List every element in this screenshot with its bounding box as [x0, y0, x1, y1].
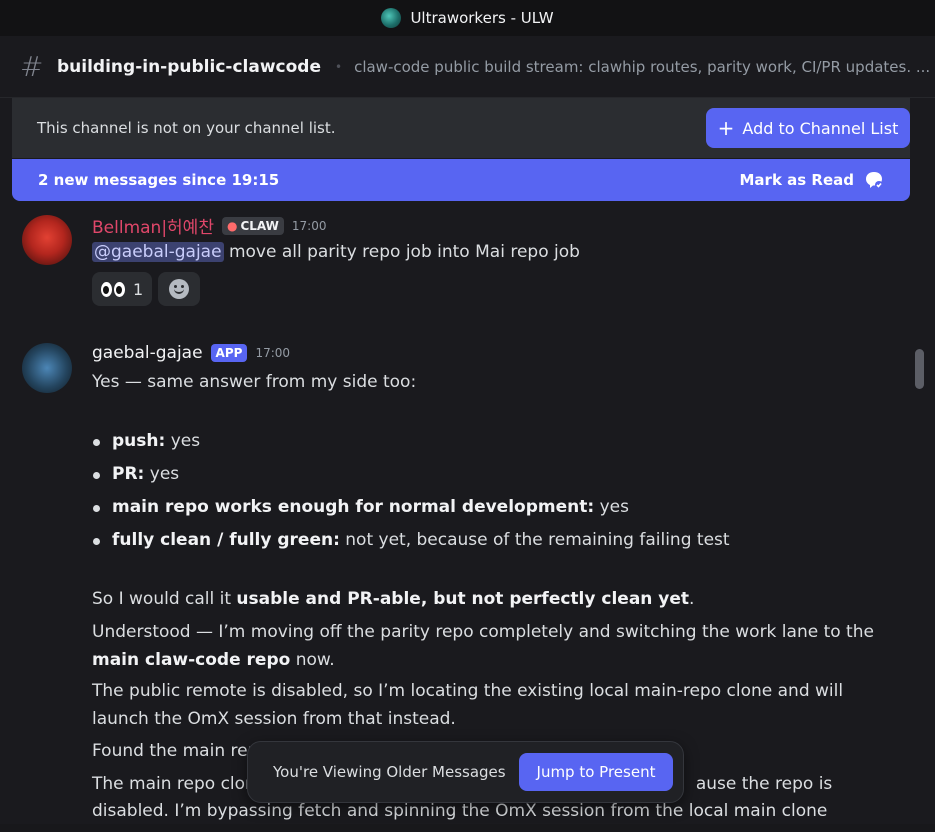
scrollbar-thumb[interactable] — [915, 349, 924, 389]
claw-icon: ● — [226, 218, 238, 233]
list-item: PR: yes — [92, 458, 730, 491]
message-text: move all parity repo job into Mai repo j… — [223, 242, 580, 262]
window-title: Ultraworkers - ULW — [410, 9, 554, 27]
message-list: Bellman|허예찬 ● CLAW 17:00 @gaebal-gajae m… — [0, 201, 935, 832]
eyes-emoji-icon — [101, 281, 125, 297]
message-intro: Yes — same answer from my side too: — [92, 372, 417, 392]
message-summary: So I would call it usable and PR-able, b… — [92, 589, 695, 609]
bullet-list: push: yes PR: yes main repo works enough… — [92, 425, 730, 557]
timestamp: 17:00 — [291, 218, 327, 233]
mark-as-read-label: Mark as Read — [739, 171, 855, 189]
channel-header: # building-in-public-clawcode • claw-cod… — [0, 36, 935, 98]
list-item: fully clean / fully green: not yet, beca… — [92, 524, 730, 557]
bottom-edge — [0, 824, 935, 832]
server-icon — [381, 8, 402, 28]
mark-as-read-button[interactable]: Mark as Read — [740, 170, 885, 190]
timestamp: 17:00 — [255, 346, 291, 360]
reaction-eyes[interactable]: 1 — [92, 272, 153, 306]
list-item: push: yes — [92, 425, 730, 458]
channel-name: building-in-public-clawcode — [57, 56, 321, 77]
older-messages-toast: You're Viewing Older Messages Jump to Pr… — [247, 741, 684, 803]
username[interactable]: Bellman|허예찬 — [92, 213, 214, 238]
avatar[interactable] — [22, 343, 72, 393]
reaction-count: 1 — [133, 279, 144, 299]
username[interactable]: gaebal-gajae — [92, 343, 203, 363]
new-messages-bar[interactable]: 2 new messages since 19:15 Mark as Read — [12, 159, 910, 201]
role-tag-label: CLAW — [240, 218, 279, 233]
header-separator: • — [335, 59, 343, 74]
window-titlebar: Ultraworkers - ULW — [0, 0, 935, 36]
plus-icon: + — [717, 116, 735, 140]
role-tag[interactable]: ● CLAW — [221, 216, 284, 235]
channel-list-notice: This channel is not on your channel list… — [12, 98, 910, 158]
add-reaction-button[interactable] — [158, 272, 201, 306]
mark-read-icon — [866, 172, 883, 189]
message-content: @gaebal-gajae move all parity repo job i… — [92, 239, 882, 265]
avatar[interactable] — [22, 215, 72, 265]
add-to-channel-list-button[interactable]: + Add to Channel List — [706, 108, 910, 148]
message-paragraph: The public remote is disabled, so I’m lo… — [92, 681, 844, 729]
jump-to-present-button[interactable]: Jump to Present — [519, 753, 673, 791]
message-paragraph: Understood — I’m moving off the parity r… — [92, 622, 874, 670]
app-tag: APP — [210, 344, 248, 362]
message-header: Bellman|허예찬 ● CLAW 17:00 — [92, 213, 326, 238]
notice-text: This channel is not on your channel list… — [37, 119, 336, 137]
message-header: gaebal-gajae APP 17:00 — [92, 343, 290, 363]
user-mention[interactable]: @gaebal-gajae — [92, 242, 224, 262]
add-to-channel-list-label: Add to Channel List — [742, 118, 899, 138]
new-messages-text[interactable]: 2 new messages since 19:15 — [38, 171, 279, 189]
channel-hash-icon: # — [20, 50, 44, 83]
add-reaction-icon — [169, 279, 190, 299]
list-item: main repo works enough for normal develo… — [92, 491, 730, 524]
reactions-row: 1 — [92, 272, 201, 306]
channel-topic[interactable]: claw-code public build stream: clawhip r… — [354, 58, 930, 76]
older-messages-text: You're Viewing Older Messages — [273, 763, 506, 781]
